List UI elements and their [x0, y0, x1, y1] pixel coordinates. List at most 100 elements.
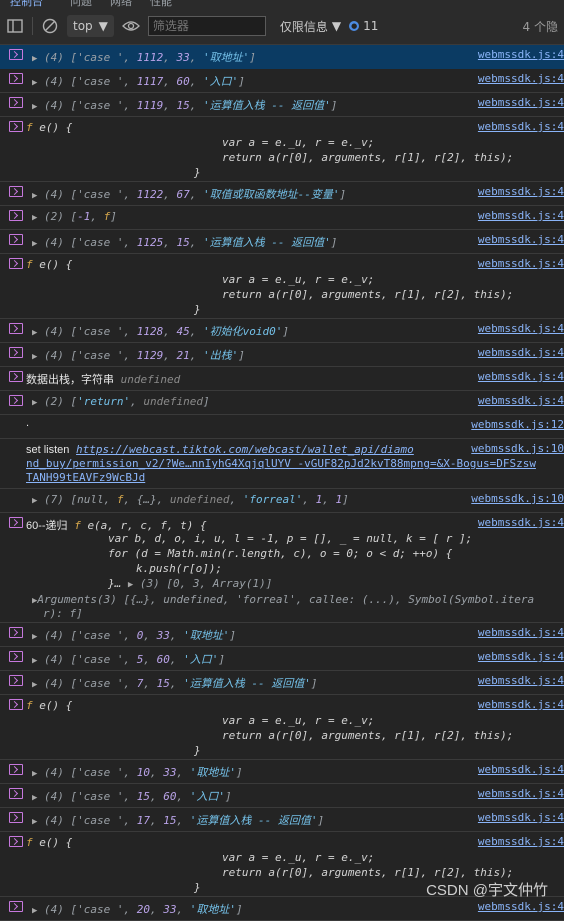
log-entry[interactable]: . webmssdk.js:12: [0, 415, 564, 439]
expand-triangle-icon[interactable]: ▶: [32, 78, 37, 88]
source-link[interactable]: webmssdk.js:4: [478, 811, 564, 824]
source-link[interactable]: webmssdk.js:4: [478, 626, 564, 639]
log-entry[interactable]: ▶ (4) ['case ', 20, 33, '取地址'] webmssdk.…: [0, 897, 564, 921]
log-badge-icon: [9, 234, 23, 245]
sidebar-toggle-icon[interactable]: [6, 17, 24, 35]
log-message: ▶ (4) ['case ', 1122, 67, '取值或取函数地址--变量'…: [32, 188, 347, 201]
source-link[interactable]: webmssdk.js:4: [478, 370, 564, 383]
source-link[interactable]: webmssdk.js:4: [478, 257, 564, 270]
expand-triangle-icon[interactable]: ▶: [32, 352, 37, 362]
source-link[interactable]: webmssdk.js:10: [471, 442, 564, 455]
source-link[interactable]: webmssdk.js:4: [478, 674, 564, 687]
log-entry-function[interactable]: f e() { var a = e._u, r = e._v; return a…: [0, 254, 564, 319]
log-badge-icon: [9, 836, 23, 847]
source-link[interactable]: webmssdk.js:4: [478, 650, 564, 663]
clear-console-icon[interactable]: [41, 17, 59, 35]
function-line: }: [194, 881, 201, 894]
expand-triangle-icon[interactable]: ▶: [32, 906, 37, 916]
tab-network[interactable]: 网络: [110, 0, 132, 8]
source-link[interactable]: webmssdk.js:4: [478, 185, 564, 198]
log-entry[interactable]: ▶ (4) ['case ', 17, 15, '运算值入栈 -- 返回值'] …: [0, 808, 564, 832]
log-badge-icon: [9, 186, 23, 197]
log-badge-icon: [9, 210, 23, 221]
log-badge-icon: [9, 49, 23, 60]
tab-issues[interactable]: 问题: [70, 0, 92, 8]
log-entry-recursion[interactable]: 60--递归 f e(a, r, c, f, t) { var b, d, o,…: [0, 513, 564, 623]
expand-triangle-icon[interactable]: ▶: [32, 656, 37, 666]
log-levels-dropdown[interactable]: 仅限信息 ▼: [280, 18, 341, 35]
source-link[interactable]: webmssdk.js:4: [478, 72, 564, 85]
log-entry[interactable]: ▶ (4) ['case ', 1119, 15, '运算值入栈 -- 返回值'…: [0, 93, 564, 117]
toolbar-divider: [32, 17, 33, 35]
source-link[interactable]: webmssdk.js:4: [478, 96, 564, 109]
source-link[interactable]: webmssdk.js:4: [478, 787, 564, 800]
log-entry[interactable]: ▶ (7) [null, f, {…}, undefined, 'forreal…: [0, 489, 564, 513]
log-entry[interactable]: ▶ (4) ['case ', 1129, 21, '出栈'] webmssdk…: [0, 343, 564, 367]
log-entry[interactable]: ▶ (4) ['case ', 15, 60, '入口'] webmssdk.j…: [0, 784, 564, 808]
request-url-link[interactable]: TANH99tEAVFz9WcBJd: [26, 471, 145, 484]
log-message: ▶ (4) ['case ', 1125, 15, '运算值入栈 -- 返回值'…: [32, 236, 338, 249]
expand-triangle-icon[interactable]: ▶: [32, 769, 37, 779]
source-link[interactable]: webmssdk.js:4: [478, 516, 564, 529]
expand-triangle-icon[interactable]: ▶: [32, 239, 37, 249]
log-badge-icon: [9, 97, 23, 108]
source-link[interactable]: webmssdk.js:4: [478, 763, 564, 776]
issues-counter[interactable]: ● 11: [349, 19, 378, 33]
log-entry[interactable]: ▶ (2) ['return', undefined] webmssdk.js:…: [0, 391, 564, 415]
expand-triangle-icon[interactable]: ▶: [32, 398, 37, 408]
expand-triangle-icon[interactable]: ▶: [32, 213, 37, 223]
expand-triangle-icon[interactable]: ▶: [32, 632, 37, 642]
log-entry[interactable]: ▶ (4) ['case ', 7, 15, '运算值入栈 -- 返回值'] w…: [0, 671, 564, 695]
log-entry[interactable]: ▶ (4) ['case ', 1117, 60, '入口'] webmssdk…: [0, 69, 564, 93]
log-entry-function[interactable]: f e() { var a = e._u, r = e._v; return a…: [0, 117, 564, 182]
source-link[interactable]: webmssdk.js:4: [478, 120, 564, 133]
expand-triangle-icon[interactable]: ▶: [32, 328, 37, 338]
eye-icon[interactable]: [121, 17, 140, 35]
source-link[interactable]: webmssdk.js:4: [478, 698, 564, 711]
log-message: 数据出栈，字符串 undefined: [26, 373, 181, 386]
expand-triangle-icon[interactable]: ▶: [32, 496, 37, 506]
log-message: ▶ (4) ['case ', 1129, 21, '出栈']: [32, 349, 245, 362]
devtools-tabs: 控制台 问题 网络 性能: [0, 0, 564, 8]
expand-triangle-icon[interactable]: ▶: [128, 580, 133, 590]
source-link[interactable]: webmssdk.js:4: [478, 233, 564, 246]
log-entry[interactable]: set listen https://webcast.tiktok.com/we…: [0, 439, 564, 489]
expand-triangle-icon[interactable]: ▶: [32, 793, 37, 803]
filter-input[interactable]: [147, 16, 266, 36]
log-entry-function[interactable]: f e() { var a = e._u, r = e._v; return a…: [0, 695, 564, 760]
source-link[interactable]: webmssdk.js:12: [471, 418, 564, 431]
log-entry[interactable]: ▶ (4) ['case ', 0, 33, '取地址'] webmssdk.j…: [0, 623, 564, 647]
source-link[interactable]: webmssdk.js:4: [478, 394, 564, 407]
tab-console[interactable]: 控制台: [10, 0, 43, 8]
log-entry[interactable]: ▶ (4) ['case ', 1112, 33, '取地址'] webmssd…: [0, 45, 564, 69]
issue-icon: ●: [349, 21, 360, 31]
source-link[interactable]: webmssdk.js:4: [478, 900, 564, 913]
log-message: ▶ (4) ['case ', 20, 33, '取地址']: [32, 903, 243, 916]
context-selector[interactable]: top ▼: [67, 15, 114, 37]
log-entry[interactable]: 数据出栈，字符串 undefined webmssdk.js:4: [0, 367, 564, 391]
watermark: CSDN @宇文仲竹: [426, 882, 548, 899]
log-entry[interactable]: ▶ (4) ['case ', 5, 60, '入口'] webmssdk.js…: [0, 647, 564, 671]
source-link[interactable]: webmssdk.js:4: [478, 322, 564, 335]
log-entry[interactable]: ▶ (4) ['case ', 1125, 15, '运算值入栈 -- 返回值'…: [0, 230, 564, 254]
expand-triangle-icon[interactable]: ▶: [32, 102, 37, 112]
expand-triangle-icon[interactable]: ▶: [32, 680, 37, 690]
source-link[interactable]: webmssdk.js:4: [478, 209, 564, 222]
log-entry[interactable]: ▶ (4) ['case ', 10, 33, '取地址'] webmssdk.…: [0, 760, 564, 784]
source-link[interactable]: webmssdk.js:10: [471, 492, 564, 505]
expand-triangle-icon[interactable]: ▶: [32, 54, 37, 64]
source-link[interactable]: webmssdk.js:4: [478, 48, 564, 61]
function-line: var a = e._u, r = e._v;: [222, 273, 375, 286]
request-url-link[interactable]: nd_buy/permission_v2/?We…nnIyhG4XqjqlUYV…: [26, 457, 536, 470]
log-entry[interactable]: ▶ (4) ['case ', 1122, 67, '取值或取函数地址--变量'…: [0, 182, 564, 206]
log-message: ▶ (4) ['case ', 1117, 60, '入口']: [32, 75, 245, 88]
log-entry[interactable]: ▶ (4) ['case ', 1128, 45, '初始化void0'] we…: [0, 319, 564, 343]
source-link[interactable]: webmssdk.js:4: [478, 346, 564, 359]
source-link[interactable]: webmssdk.js:4: [478, 835, 564, 848]
request-url-link[interactable]: https://webcast.tiktok.com/webcast/walle…: [76, 443, 414, 456]
expand-triangle-icon[interactable]: ▶: [32, 191, 37, 201]
log-message: ▶ (4) ['case ', 15, 60, '入口']: [32, 790, 232, 803]
tab-performance[interactable]: 性能: [150, 0, 172, 8]
log-entry[interactable]: ▶ (2) [-1, f] webmssdk.js:4: [0, 206, 564, 230]
expand-triangle-icon[interactable]: ▶: [32, 817, 37, 827]
